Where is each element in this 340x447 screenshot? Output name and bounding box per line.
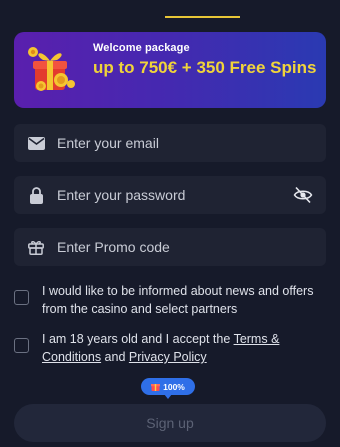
- age-terms-prefix: I am 18 years old and I accept the: [42, 332, 234, 346]
- age-terms-checkbox[interactable]: [14, 338, 29, 353]
- promo-code-field[interactable]: [14, 228, 326, 266]
- gift-icon: [27, 238, 45, 256]
- hide-password-eye-icon[interactable]: [292, 184, 314, 206]
- gift-badge-icon: [151, 384, 161, 391]
- password-field[interactable]: [14, 176, 326, 214]
- envelope-icon: [27, 134, 45, 152]
- age-terms-text: I am 18 years old and I accept the Terms…: [42, 330, 326, 366]
- bonus-badge: 100%: [141, 378, 195, 399]
- active-tab-underline: [165, 16, 240, 18]
- news-consent-row: I would like to be informed about news a…: [14, 282, 326, 318]
- email-input[interactable]: [57, 124, 326, 162]
- banner-label: Welcome package: [93, 42, 190, 54]
- signup-form-page: Welcome package up to 750€ + 350 Free Sp…: [0, 0, 340, 447]
- privacy-policy-link[interactable]: Privacy Policy: [129, 350, 207, 364]
- news-consent-text: I would like to be informed about news a…: [42, 284, 314, 316]
- promo-code-input[interactable]: [57, 228, 326, 266]
- email-field[interactable]: [14, 124, 326, 162]
- lock-icon: [27, 186, 45, 204]
- welcome-banner: Welcome package up to 750€ + 350 Free Sp…: [14, 32, 326, 108]
- news-consent-checkbox[interactable]: [14, 290, 29, 305]
- badge-text: 100%: [163, 381, 185, 392]
- gift-illustration-icon: [28, 47, 75, 91]
- sign-up-button[interactable]: Sign up: [14, 404, 326, 442]
- password-input[interactable]: [57, 176, 292, 214]
- banner-headline: up to 750€ + 350 Free Spins: [93, 58, 317, 77]
- age-terms-consent-row: I am 18 years old and I accept the Terms…: [14, 330, 326, 366]
- and-text: and: [101, 350, 129, 364]
